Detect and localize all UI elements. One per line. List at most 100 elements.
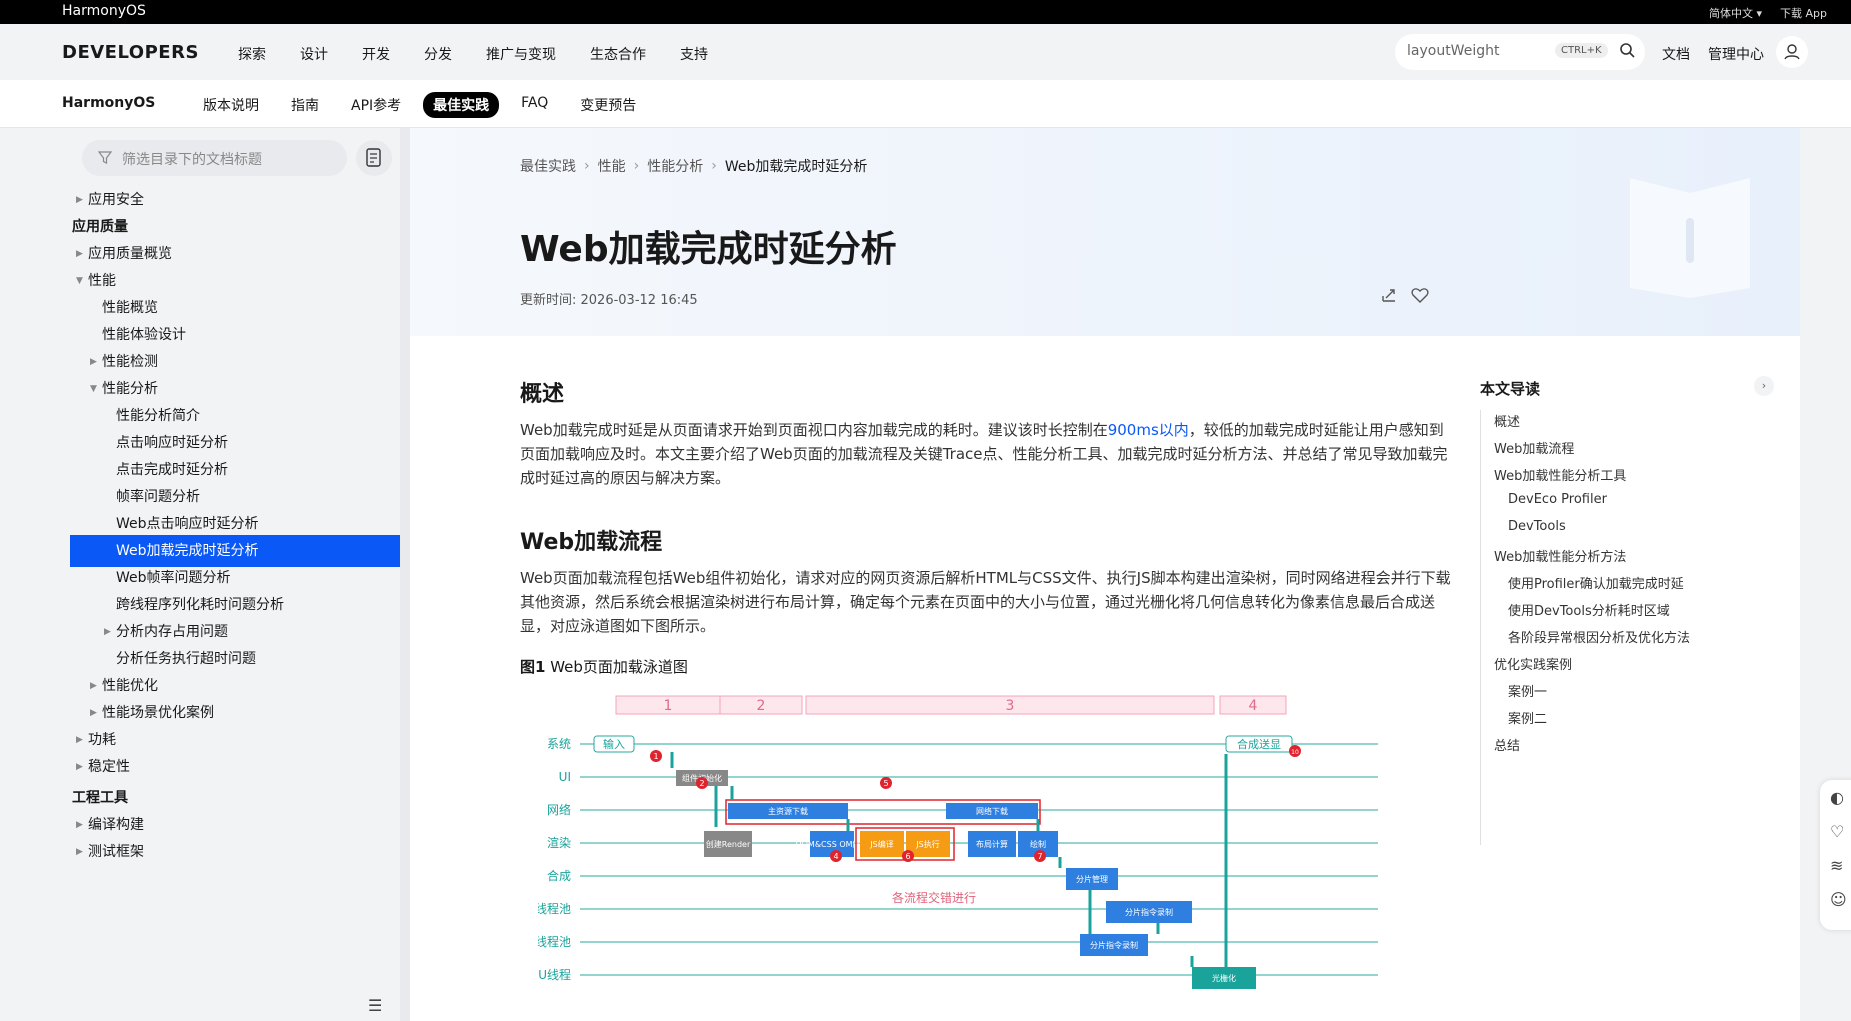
sidebar-scrollbar[interactable]: [400, 128, 410, 1021]
nav-item-1[interactable]: 设计: [300, 44, 328, 64]
filter-input[interactable]: 筛选目录下的文档标题: [82, 140, 347, 176]
swimlane-diagram: 1234系统UI网络渲染合成线程池线程池GPU线程输入合成送显组件初始化主资源下…: [538, 695, 1378, 989]
latency-link[interactable]: 900ms以内: [1108, 421, 1189, 439]
filter-placeholder: 筛选目录下的文档标题: [122, 152, 262, 168]
figure-caption: 图1 Web页面加载泳道图: [520, 656, 688, 677]
breadcrumb-separator-icon: ›: [711, 158, 717, 174]
toc-item[interactable]: 优化实践案例: [1494, 654, 1572, 673]
docs-link[interactable]: 文档: [1662, 44, 1690, 64]
sidebar-item-label: 测试框架: [88, 844, 144, 860]
toc-item[interactable]: Web加载流程: [1494, 438, 1574, 457]
smiley-icon[interactable]: ☺: [1830, 890, 1847, 909]
main-nav-items: 探索 设计 开发 分发 推广与变现 生态合作 支持: [238, 44, 742, 64]
step-marker-label: 10: [1291, 749, 1299, 756]
top-bar: HarmonyOS 简体中文 ▾ 下载 App: [0, 0, 1851, 24]
figure-label: 图1: [520, 658, 546, 676]
step-marker-label: 7: [1037, 852, 1042, 861]
tab-0[interactable]: 版本说明: [193, 92, 269, 118]
toc-item[interactable]: 使用Profiler确认加载完成时延: [1508, 573, 1684, 592]
toc-item[interactable]: DevEco Profiler: [1508, 492, 1607, 507]
nav-item-5[interactable]: 生态合作: [590, 44, 646, 64]
search-icon[interactable]: [1619, 42, 1635, 58]
lane-label: 线程池: [538, 901, 571, 916]
dom-parse-label: DOM&CSS OM解析: [795, 839, 868, 849]
phase-label: 1: [664, 698, 673, 714]
product-name[interactable]: HarmonyOS: [62, 95, 155, 111]
toc-item[interactable]: 各阶段异常根因分析及优化方法: [1508, 627, 1690, 646]
lane-label: 渲染: [547, 835, 571, 850]
tab-2[interactable]: API参考: [341, 92, 411, 118]
toc-item[interactable]: 使用DevTools分析耗时区域: [1508, 600, 1670, 619]
download-app-link[interactable]: 下载 App: [1780, 5, 1827, 21]
gpu-raster-label: 光栅化: [1212, 973, 1236, 983]
nav-item-2[interactable]: 开发: [362, 44, 390, 64]
favorite-icon[interactable]: [1410, 285, 1430, 305]
nav-item-3[interactable]: 分发: [424, 44, 452, 64]
article-hero: 最佳实践 › 性能 › 性能分析 › Web加载完成时延分析 Web加载完成时延分析 更新时…: [410, 128, 1800, 336]
nav-item-4[interactable]: 推广与变现: [486, 44, 556, 64]
share-icon[interactable]: [1380, 286, 1398, 304]
sidebar-item-label: 稳定性: [88, 759, 130, 775]
net-download-label: 网络下载: [976, 806, 1008, 816]
sidebar-item[interactable]: ▶ 测试框架: [70, 836, 400, 868]
sidebar-item[interactable]: ▶ 稳定性: [70, 751, 400, 783]
harmonyos-brand[interactable]: HarmonyOS: [62, 3, 146, 19]
breadcrumb-item[interactable]: 性能分析: [647, 156, 703, 176]
doc-list-button[interactable]: [356, 140, 392, 176]
overview-paragraph: Web加载完成时延是从页面请求开始到页面视口内容加载完成的耗时。建议该时长控制在…: [520, 418, 1455, 490]
toc-item[interactable]: 案例一: [1508, 681, 1547, 700]
avatar[interactable]: [1776, 36, 1808, 68]
caret-right-icon[interactable]: ▶: [76, 751, 83, 783]
phase-label: 2: [757, 698, 766, 714]
developers-logo[interactable]: DEVELOPERS: [62, 42, 199, 63]
feedback-icon[interactable]: ♡: [1830, 822, 1844, 841]
breadcrumb-item: Web加载完成时延分析: [724, 159, 868, 175]
tab-3[interactable]: 最佳实践: [423, 92, 500, 118]
nav-item-0[interactable]: 探索: [238, 44, 266, 64]
input-label: 输入: [603, 737, 625, 751]
search-input[interactable]: layoutWeight: [1407, 43, 1499, 59]
toc-item[interactable]: Web加载性能分析方法: [1494, 546, 1626, 565]
assistant-icon[interactable]: ◐: [1830, 788, 1844, 807]
lane-label: 系统: [547, 737, 571, 751]
breadcrumb: 最佳实践 › 性能 › 性能分析 › Web加载完成时延分析: [520, 156, 867, 176]
lane-label: 网络: [547, 802, 571, 817]
phase-label: 3: [1006, 698, 1015, 714]
toc-item[interactable]: Web加载性能分析工具: [1494, 465, 1626, 484]
lane-label: UI: [559, 770, 571, 784]
layers-icon[interactable]: ≋: [1830, 856, 1843, 875]
document-icon: [366, 148, 381, 167]
caret-right-icon[interactable]: ▶: [76, 836, 83, 868]
console-link[interactable]: 管理中心: [1708, 44, 1764, 64]
updated-time: 更新时间: 2026-03-12 16:45: [520, 293, 698, 308]
toc-item[interactable]: DevTools: [1508, 519, 1566, 534]
collapse-sidebar-icon[interactable]: ☰: [368, 996, 382, 1015]
toc-collapse-icon[interactable]: ›: [1754, 376, 1774, 396]
figure-title: Web页面加载泳道图: [550, 658, 688, 676]
main-download-label: 主资源下载: [768, 806, 808, 816]
toc-item[interactable]: 总结: [1494, 735, 1520, 754]
toc-item[interactable]: 概述: [1494, 411, 1520, 430]
tab-1[interactable]: 指南: [281, 92, 329, 118]
toc-item[interactable]: 案例二: [1508, 708, 1547, 727]
lane-label: 线程池: [538, 934, 571, 949]
tab-5[interactable]: 变更预告: [570, 92, 646, 118]
js-compile-label: JS编译: [869, 839, 893, 849]
breadcrumb-item[interactable]: 最佳实践: [520, 156, 576, 176]
language-selector[interactable]: 简体中文 ▾: [1709, 5, 1762, 21]
main-nav: DEVELOPERS 探索 设计 开发 分发 推广与变现 生态合作 支持 layoutWei…: [0, 24, 1851, 80]
section-heading-overview: 概述: [520, 382, 565, 407]
user-icon: [1784, 44, 1800, 60]
raster-record-1-label: 分片指令录制: [1125, 907, 1173, 917]
section-heading-flow: Web加载流程: [520, 530, 663, 555]
interleave-note: 各流程交错进行: [892, 890, 976, 905]
nav-item-6[interactable]: 支持: [680, 44, 708, 64]
toc-rail: [1480, 410, 1481, 845]
search-box[interactable]: layoutWeight CTRL+K: [1395, 34, 1645, 70]
tab-4[interactable]: FAQ: [511, 92, 558, 118]
layout-label: 布局计算: [976, 839, 1008, 849]
breadcrumb-item[interactable]: 性能: [598, 156, 626, 176]
step-marker-label: 6: [905, 852, 910, 861]
sub-nav: HarmonyOS 版本说明 指南 API参考 最佳实践 FAQ 变更预告: [0, 80, 1851, 128]
step-marker-label: 5: [883, 779, 888, 788]
